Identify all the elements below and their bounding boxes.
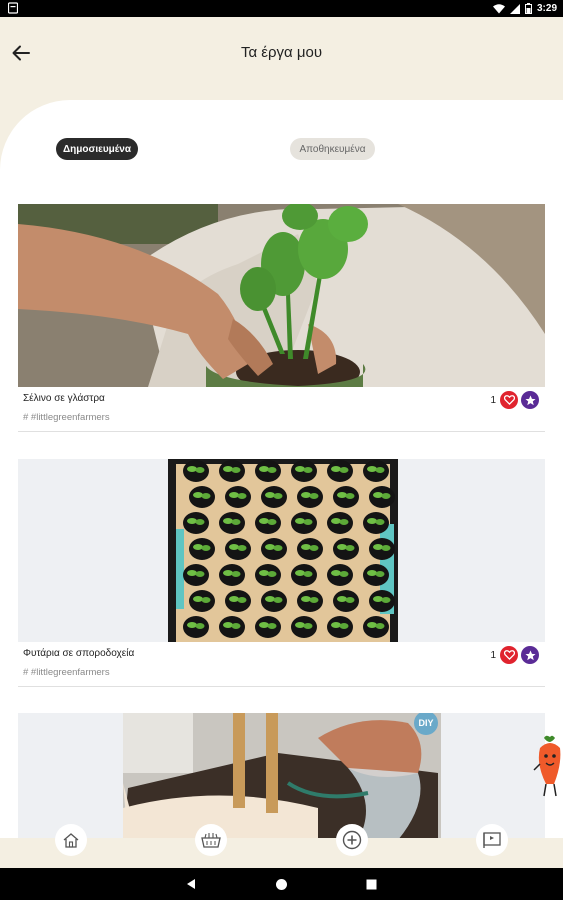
diy-photo: DIY	[18, 713, 545, 840]
project-image[interactable]	[18, 459, 545, 642]
circle-home-icon	[275, 878, 287, 890]
app-header: Τα έργα μου	[0, 17, 563, 107]
like-count: 1	[490, 394, 496, 406]
diy-badge: DIY	[418, 718, 433, 728]
seedlings-photo	[18, 459, 545, 642]
heart-icon[interactable]	[500, 391, 518, 409]
status-bar: 3:29	[0, 0, 563, 17]
basket-icon	[201, 833, 221, 848]
square-recents-icon	[366, 879, 376, 889]
project-title: Σέλινο σε γλάστρα	[23, 393, 105, 404]
tab-published[interactable]: Δημοσιευμένα	[56, 138, 138, 160]
signal-icon	[509, 3, 520, 14]
battery-icon	[524, 3, 532, 14]
status-time: 3:29	[536, 3, 557, 14]
project-title: Φυτάρια σε σποροδοχεία	[23, 648, 135, 659]
project-image[interactable]: DIY	[18, 713, 545, 840]
system-home-button[interactable]	[273, 876, 289, 892]
like-count: 1	[490, 649, 496, 661]
nav-add[interactable]	[336, 824, 368, 856]
nav-basket[interactable]	[195, 824, 227, 856]
flag-board-icon	[483, 832, 501, 848]
system-nav-bar	[0, 868, 563, 900]
tab-saved[interactable]: Αποθηκευμένα	[290, 138, 375, 160]
project-actions: 1	[490, 391, 539, 409]
nav-home[interactable]	[55, 824, 87, 856]
system-recents-button[interactable]	[363, 876, 379, 892]
star-icon[interactable]	[521, 391, 539, 409]
system-back-button[interactable]	[183, 876, 199, 892]
page-title: Τα έργα μου	[240, 44, 323, 61]
project-tags: # #littlegreenfarmers	[23, 667, 110, 678]
card-divider	[18, 686, 545, 687]
project-actions: 1	[490, 646, 539, 664]
nav-projects[interactable]	[476, 824, 508, 856]
home-icon	[63, 833, 79, 848]
bottom-nav	[0, 824, 563, 868]
heart-icon[interactable]	[500, 646, 518, 664]
carrot-mascot[interactable]	[532, 734, 563, 800]
content-panel: Δημοσιευμένα Αποθηκευμένα Σέλινο σε γλάσ…	[0, 100, 563, 840]
wifi-icon	[492, 3, 505, 13]
star-icon[interactable]	[521, 646, 539, 664]
project-image[interactable]	[18, 204, 545, 387]
triangle-back-icon	[187, 879, 195, 889]
project-tags: # #littlegreenfarmers	[23, 412, 110, 423]
notification-icon	[8, 2, 18, 14]
celery-photo	[18, 204, 545, 387]
add-circle-icon	[342, 830, 362, 850]
card-divider	[18, 431, 545, 432]
